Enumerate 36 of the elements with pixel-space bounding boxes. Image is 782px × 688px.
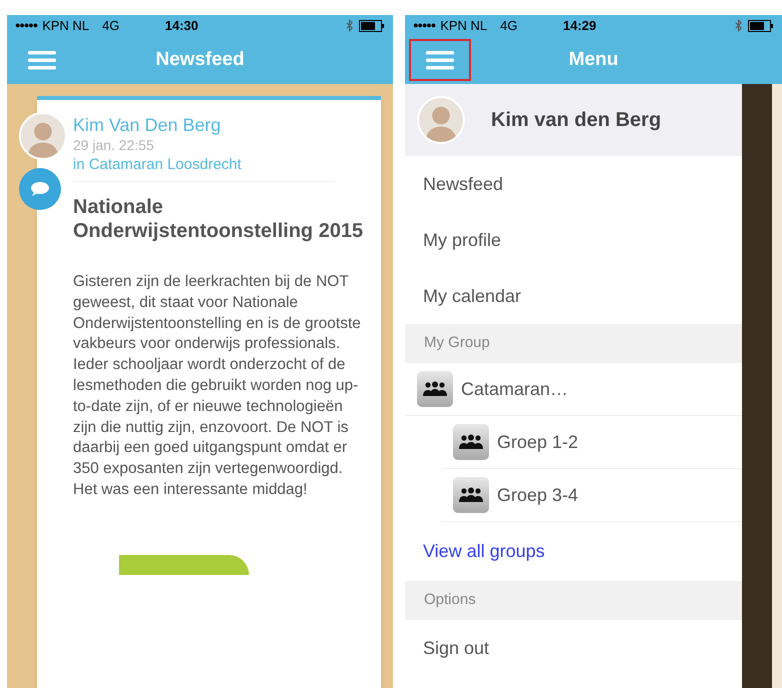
group-item[interactable]: Catamaran… [405,363,742,416]
group-icon [417,371,453,407]
network-type: 4G [500,16,518,35]
menu-button[interactable] [409,39,471,81]
clock-time: 14:29 [563,16,596,35]
carrier-name: KPN NL [42,16,90,35]
signal-dots: ●●●●● [413,18,436,32]
post-title: Nationale Onderwijstentoonstelling 2015 [73,195,364,243]
post-body: Gisteren zijn de leerkrachten bij de NOT geweest, dit staat voor Nationale Onderwijstentoonstelling en is de grootste vakbeurs voor onderwijs professionals. Ieder schooljaar wordt onderzocht of de lesmethoden die gebruikt worden nog up-to-date zijn, of er nieuwe technologieën zijn die nuttig zijn, enzovoort. De NOT is daarbij een goed uitgangspunt omdat er 350 exposanten zijn vertegenwoordigd. Het was een interessante middag! [73,272,362,500]
profile-name: Kim van den Berg [491,108,662,133]
screen-title: Menu [568,48,618,72]
menu-item[interactable]: My profile [405,212,742,268]
battery-icon [359,20,385,32]
clock-time: 14:30 [165,16,198,35]
bluetooth-icon [735,19,742,32]
carrier-name: KPN NL [440,16,488,35]
profile-header[interactable]: Kim van den Berg [405,84,742,156]
group-icon [453,477,489,513]
screen-title: Newsfeed [156,48,244,72]
group-item[interactable]: Groep 3-4 [441,469,742,522]
bluetooth-icon [346,19,353,32]
group-item[interactable]: Groep 1-2 [441,416,742,469]
avatar [417,96,465,144]
section-header: My Group [405,324,742,363]
signal-dots: ●●●●● [15,18,38,32]
group-icon [453,424,489,460]
menu-icon [28,50,56,70]
menu-item[interactable]: My calendar [405,268,742,324]
menu-item[interactable]: Newsfeed [405,156,742,212]
battery-icon [748,20,774,32]
menu-icon [426,50,454,70]
view-all-groups-link[interactable]: View all groups [405,522,742,581]
network-type: 4G [102,16,120,35]
menu-item[interactable]: Sign out [405,620,742,676]
post-date: 29 jan. 22:55 [73,136,155,155]
section-header: Options [405,581,742,620]
